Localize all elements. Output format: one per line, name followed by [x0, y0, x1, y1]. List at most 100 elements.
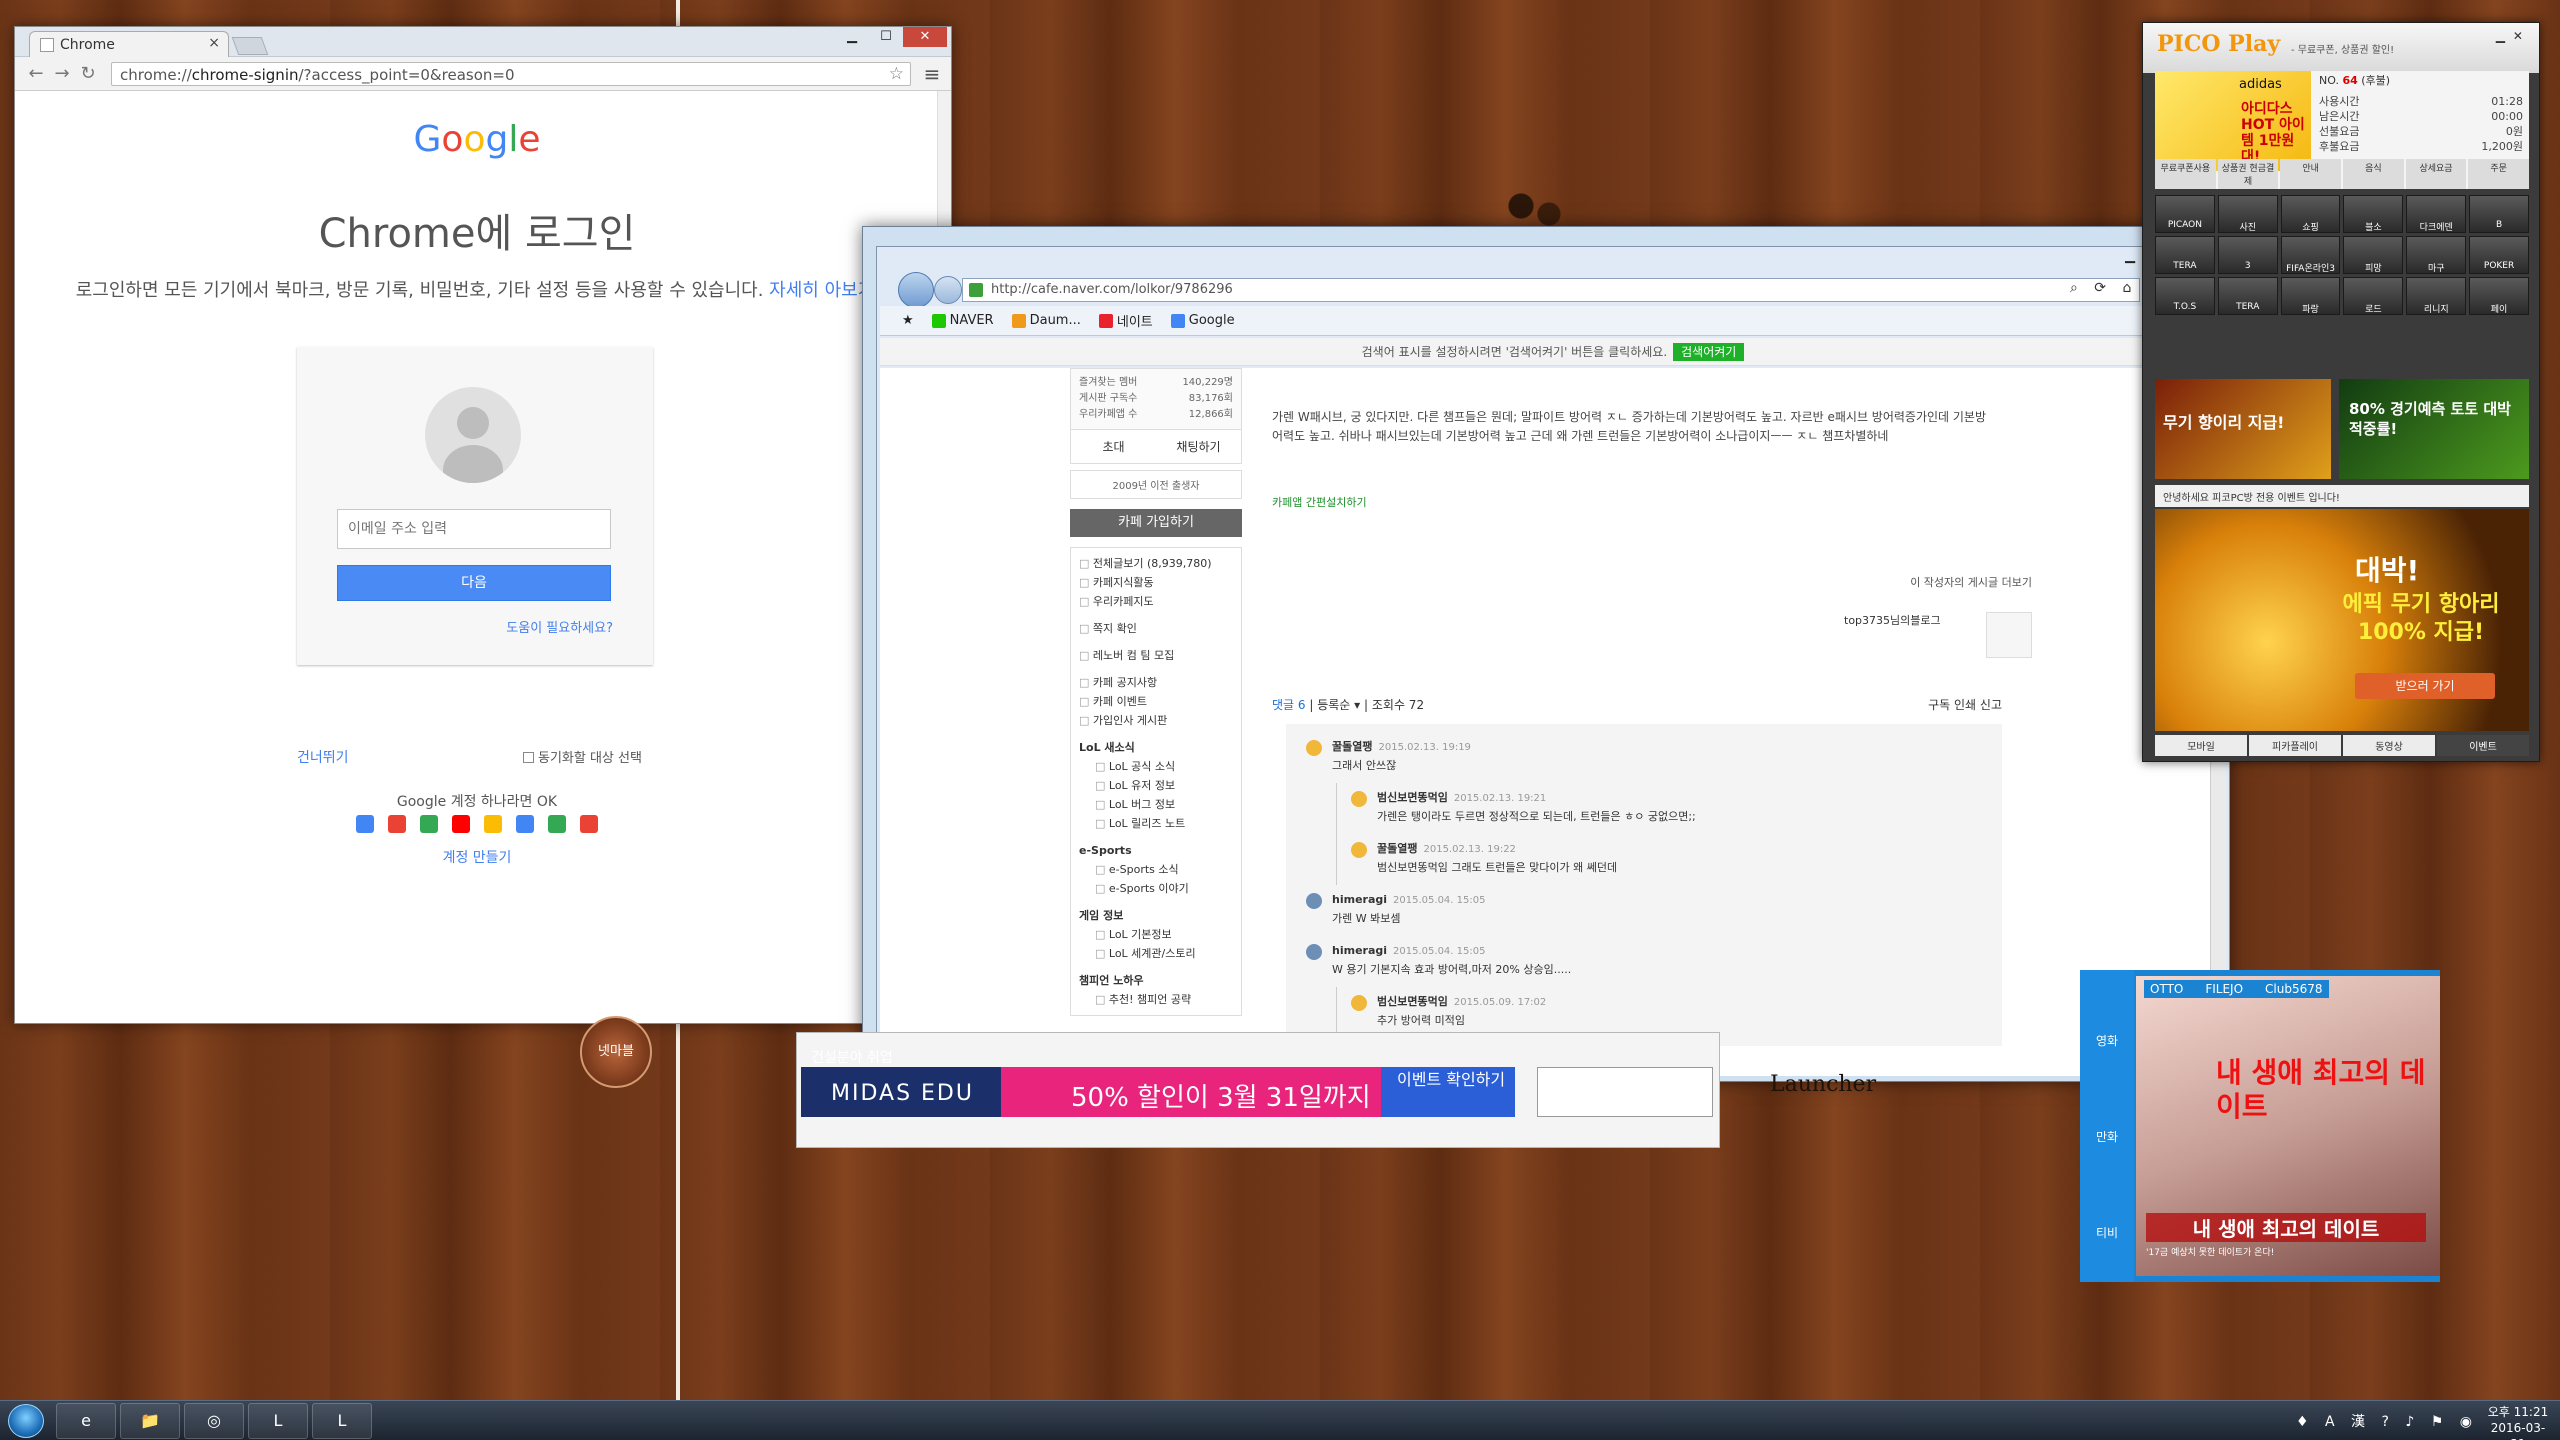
- sort-dropdown[interactable]: | 등록순 ▾: [1309, 698, 1360, 712]
- pico-bottom-tab[interactable]: 동영상: [2343, 735, 2435, 756]
- game-tile[interactable]: 쇼핑: [2280, 195, 2341, 233]
- explorer-taskbar-button[interactable]: 📁: [120, 1403, 180, 1439]
- receive-button[interactable]: 받으러 가기: [2355, 673, 2495, 699]
- pico-event-ad[interactable]: 대박! 에픽 무기 항아리 100% 지급! 받으러 가기: [2155, 509, 2529, 731]
- menu-item[interactable]: LoL 릴리즈 노트: [1079, 814, 1233, 833]
- menu-item[interactable]: 추천! 챔피언 공략: [1079, 990, 1233, 1009]
- game-tile[interactable]: T.O.S: [2155, 277, 2215, 315]
- window-controls-icon[interactable]: ▁✕: [2496, 29, 2531, 43]
- learn-more-link[interactable]: 자세히 아보기: [769, 280, 874, 301]
- toto-banner[interactable]: 80% 경기예측 토토 대박 적중률!: [2339, 379, 2529, 479]
- menu-item[interactable]: LoL 유저 정보: [1079, 776, 1233, 795]
- chat-button[interactable]: 채팅하기: [1156, 430, 1241, 463]
- launcher-label[interactable]: Launcher: [1770, 1074, 1876, 1096]
- game-tile[interactable]: 마구: [2406, 236, 2467, 274]
- lol-client-taskbar-button[interactable]: L: [312, 1403, 372, 1439]
- back-arrow-icon[interactable]: ←: [23, 63, 49, 84]
- author-blog-link[interactable]: top3735님의블로그: [1844, 612, 1941, 628]
- weapon-banner[interactable]: 무기 향이리 지급!: [2155, 379, 2331, 479]
- menu-item[interactable]: 전체글보기 (8,939,780): [1079, 554, 1233, 573]
- back-arrow-icon[interactable]: [898, 272, 934, 308]
- lol-taskbar-button[interactable]: L: [248, 1403, 308, 1439]
- chrome-window[interactable]: Chrome × ▁ ☐ ✕ ← → ↻ chrome://chrome-sig…: [14, 26, 952, 1024]
- shoe-ad[interactable]: adidas 아디다스 HOT 아이템 1만원대!: [2155, 71, 2311, 171]
- game-tile[interactable]: FIFA온라인3: [2280, 236, 2341, 274]
- forward-arrow-icon[interactable]: →: [49, 63, 75, 84]
- fav-nate[interactable]: 네이트: [1098, 311, 1153, 330]
- create-account-link[interactable]: 계정 만들기: [15, 847, 939, 867]
- club-ad[interactable]: OTTO FILEJO Club5678 내 생애 최고의 데이트 내 생애 최…: [2136, 976, 2440, 1276]
- game-tile[interactable]: 블소: [2343, 195, 2404, 233]
- sync-checkbox[interactable]: 동기화할 대상 선택: [523, 747, 642, 766]
- chrome-taskbar-button[interactable]: ◎: [184, 1403, 244, 1439]
- ie-taskbar-button[interactable]: e: [56, 1403, 116, 1439]
- system-tray-icons[interactable]: ♦ A 漢 ? ♪ ⚑ ◉: [2296, 1411, 2478, 1431]
- search-on-button[interactable]: 검색어켜기: [1673, 343, 1745, 361]
- menu-item[interactable]: LoL 기본정보: [1079, 925, 1233, 944]
- game-tile[interactable]: 로드: [2343, 277, 2404, 315]
- netmarble-button[interactable]: 넷마블: [580, 1016, 652, 1088]
- app-install-link[interactable]: 카페앱 간편설치하기: [1272, 494, 1367, 510]
- next-button[interactable]: 다음: [337, 565, 611, 601]
- bookmark-star-icon[interactable]: ☆: [889, 64, 904, 84]
- menu-item[interactable]: 가입인사 게시판: [1079, 711, 1233, 730]
- window-close-icon[interactable]: ✕: [903, 27, 947, 47]
- menu-item[interactable]: 카페지식활동: [1079, 573, 1233, 592]
- menu-item[interactable]: e-Sports 소식: [1079, 860, 1233, 879]
- menu-item[interactable]: e-Sports 이야기: [1079, 879, 1233, 898]
- ie-address-bar[interactable]: http://cafe.naver.com/lolkor/9786296: [962, 278, 2140, 302]
- hamburger-menu-icon[interactable]: ≡: [921, 62, 943, 86]
- pico-tab[interactable]: 무료쿠폰사용: [2155, 159, 2216, 189]
- menu-item[interactable]: 쪽지 확인: [1079, 619, 1233, 638]
- pico-tab[interactable]: 음식: [2343, 159, 2404, 189]
- pico-bottom-tab[interactable]: 모바일: [2155, 735, 2247, 756]
- pico-bottom-tab[interactable]: 피카플레이: [2249, 735, 2341, 756]
- menu-item[interactable]: 레노버 컴 팀 모집: [1079, 646, 1233, 665]
- midas-banner[interactable]: 건설분야 취업 MIDAS EDU 50% 할인이 3월 31일까지 이벤트 확…: [801, 1050, 1515, 1117]
- movie-button[interactable]: 영화: [2080, 970, 2134, 1066]
- game-tile[interactable]: PICAON: [2155, 195, 2215, 233]
- menu-item[interactable]: LoL 공식 소식: [1079, 757, 1233, 776]
- pico-tab[interactable]: 상세요금: [2405, 159, 2467, 189]
- new-tab-button[interactable]: [231, 37, 269, 55]
- pico-tab[interactable]: 주문: [2468, 159, 2530, 189]
- game-tile[interactable]: B: [2469, 195, 2529, 233]
- skip-link[interactable]: 건너뛰기: [297, 747, 349, 767]
- fav-naver[interactable]: NAVER: [931, 313, 994, 328]
- menu-item[interactable]: 우리카페지도: [1079, 592, 1233, 611]
- chrome-titlebar[interactable]: Chrome × ▁ ☐ ✕: [15, 27, 951, 57]
- game-tile[interactable]: 파랑: [2280, 277, 2341, 315]
- help-link[interactable]: 도움이 필요하세요?: [506, 617, 613, 636]
- menu-item[interactable]: 카페 이벤트: [1079, 692, 1233, 711]
- game-tile[interactable]: TERA: [2217, 277, 2278, 315]
- comment-count[interactable]: 댓글 6: [1272, 698, 1306, 712]
- game-tile[interactable]: 사진: [2217, 195, 2278, 233]
- start-button[interactable]: [8, 1404, 44, 1438]
- game-tile[interactable]: 다크에덴: [2406, 195, 2467, 233]
- reload-icon[interactable]: ↻: [75, 63, 101, 84]
- join-cafe-button[interactable]: 카페 가입하기: [1070, 509, 1242, 537]
- menu-item[interactable]: LoL 세계관/스토리: [1079, 944, 1233, 963]
- minimize-icon[interactable]: ▁: [835, 27, 869, 47]
- invite-button[interactable]: 초대: [1071, 430, 1156, 463]
- chrome-tab[interactable]: Chrome ×: [29, 31, 229, 57]
- game-tile[interactable]: 3: [2217, 236, 2278, 274]
- chrome-address-bar[interactable]: chrome://chrome-signin/?access_point=0&r…: [111, 61, 911, 86]
- email-field[interactable]: [337, 509, 611, 549]
- fav-daum[interactable]: Daum...: [1011, 313, 1081, 328]
- more-posts-link[interactable]: 이 작성자의 게시글 더보기: [1910, 574, 2032, 590]
- pico-tab[interactable]: 상품권 현금결제: [2217, 159, 2279, 189]
- midas-side-box[interactable]: [1537, 1067, 1713, 1117]
- game-tile[interactable]: 피망: [2343, 236, 2404, 274]
- tv-button[interactable]: 티비: [2080, 1162, 2134, 1258]
- maximize-icon[interactable]: ☐: [869, 27, 903, 47]
- menu-item[interactable]: LoL 버그 정보: [1079, 795, 1233, 814]
- taskbar-clock[interactable]: 오후 11:21 2016-03-31: [2486, 1404, 2550, 1440]
- post-actions[interactable]: 구독 인쇄 신고: [1928, 696, 2002, 713]
- comic-button[interactable]: 만화: [2080, 1066, 2134, 1162]
- pico-tab[interactable]: 안내: [2280, 159, 2342, 189]
- close-icon[interactable]: ×: [208, 35, 220, 51]
- fav-google[interactable]: Google: [1170, 313, 1235, 328]
- game-tile[interactable]: POKER: [2469, 236, 2529, 274]
- checkbox-icon[interactable]: [523, 752, 534, 763]
